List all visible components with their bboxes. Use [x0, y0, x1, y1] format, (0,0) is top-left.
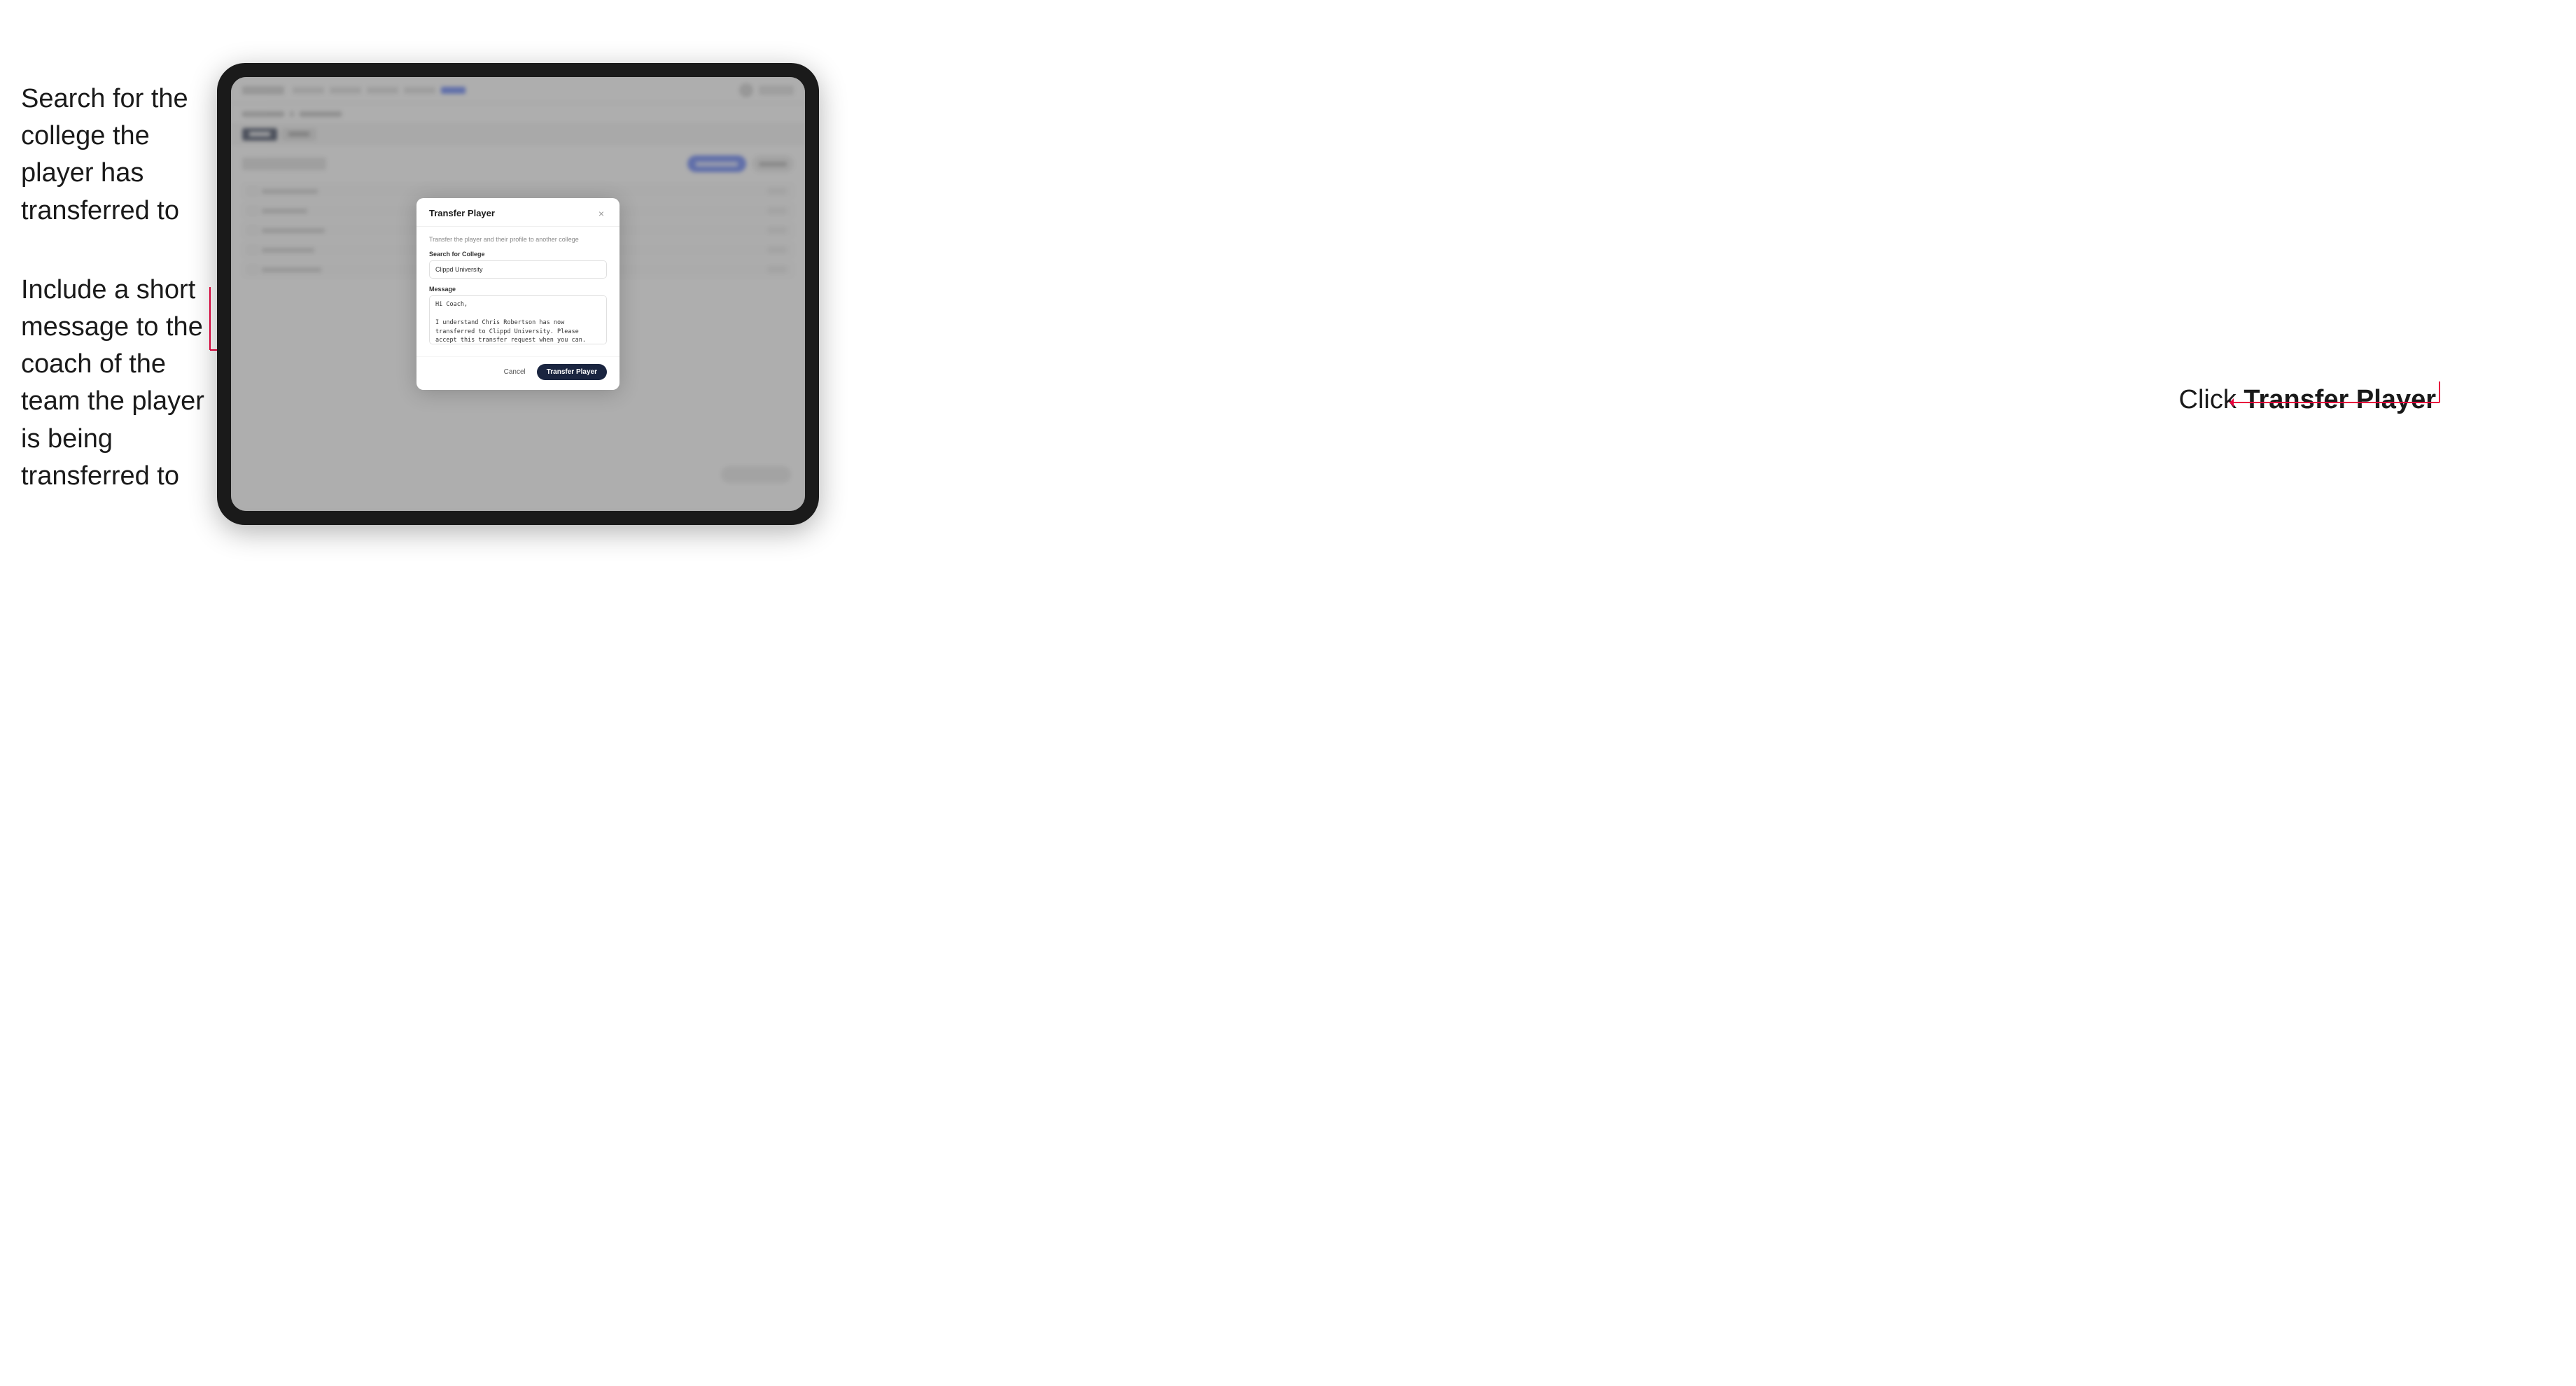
annotation-search: Search for the college the player has tr…: [21, 80, 217, 230]
modal-title: Transfer Player: [429, 208, 495, 218]
cancel-button[interactable]: Cancel: [500, 365, 530, 379]
tablet-screen: Transfer Player × Transfer the player an…: [231, 77, 805, 511]
modal-footer: Cancel Transfer Player: [416, 356, 620, 390]
search-college-input[interactable]: [429, 260, 607, 279]
message-textarea[interactable]: Hi Coach, I understand Chris Robertson h…: [429, 295, 607, 344]
search-college-label: Search for College: [429, 251, 607, 258]
annotation-right-text: Click: [2179, 385, 2244, 414]
annotation-right: Click Transfer Player: [2179, 385, 2437, 415]
modal-overlay: Transfer Player × Transfer the player an…: [231, 77, 805, 511]
annotation-right-bold: Transfer Player: [2244, 385, 2436, 414]
modal-body: Transfer the player and their profile to…: [416, 227, 620, 357]
annotation-message: Include a short message to the coach of …: [21, 272, 217, 495]
modal-subtitle: Transfer the player and their profile to…: [429, 235, 607, 244]
modal-close-button[interactable]: ×: [596, 208, 607, 219]
message-label: Message: [429, 286, 607, 293]
annotation-left: Search for the college the player has tr…: [21, 80, 217, 537]
transfer-player-button[interactable]: Transfer Player: [537, 364, 607, 380]
modal-header: Transfer Player ×: [416, 198, 620, 227]
tablet-device: Transfer Player × Transfer the player an…: [217, 63, 819, 525]
transfer-player-modal: Transfer Player × Transfer the player an…: [416, 198, 620, 391]
